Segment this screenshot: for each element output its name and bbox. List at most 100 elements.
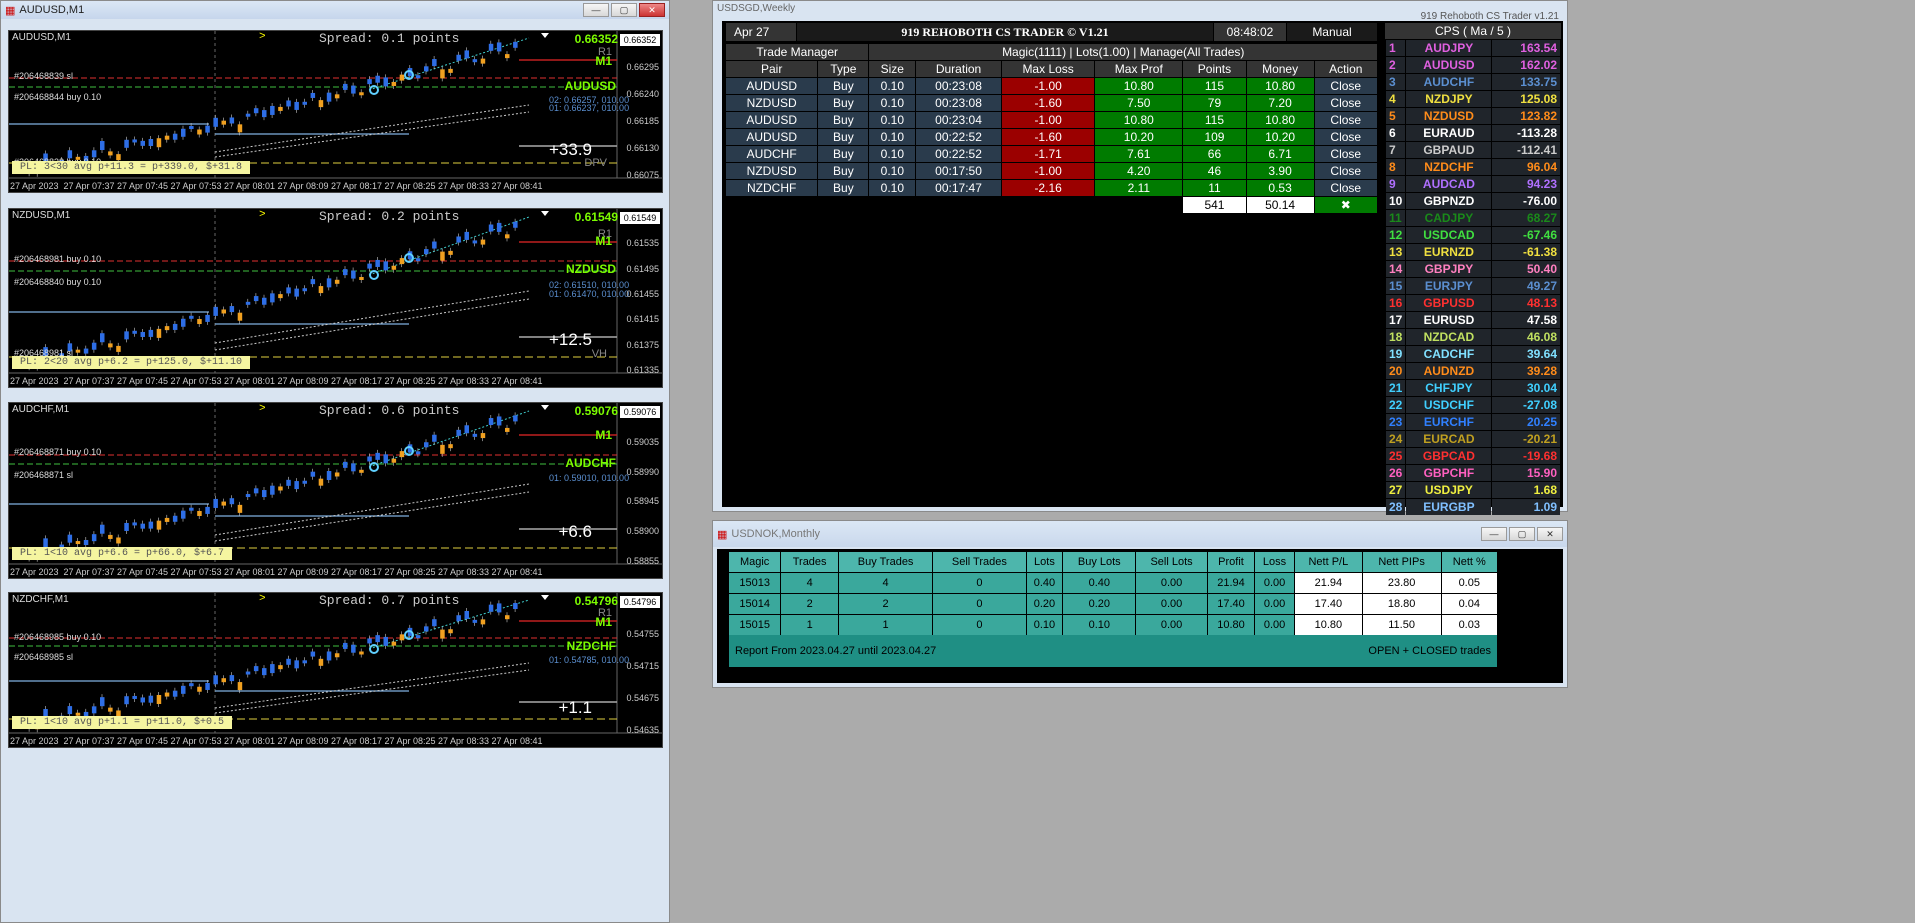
shift-marker[interactable] xyxy=(541,211,549,216)
chart-nzdusd[interactable]: NZDUSD,M1 > Spread: 0.2 points 0.61549 M1 R1 N… xyxy=(8,208,663,388)
cps-value: 162.02 xyxy=(1492,57,1560,73)
report-cell: 15015 xyxy=(729,615,781,635)
candle xyxy=(440,629,445,639)
candle xyxy=(221,120,226,125)
candle xyxy=(124,139,129,148)
report-cell: 15013 xyxy=(729,573,781,593)
trade-cell: 10.20 xyxy=(1246,129,1314,145)
time-tick: 27 Apr 2023 xyxy=(10,567,59,577)
cps-rank: 2 xyxy=(1386,57,1406,73)
candle xyxy=(67,706,73,715)
report-col-header: Loss xyxy=(1255,552,1295,572)
report-cell: 17.40 xyxy=(1295,594,1362,614)
trade-cell: 0.10 xyxy=(869,112,916,128)
current-price: 0.61549 xyxy=(574,210,618,224)
report-cell: 4 xyxy=(838,573,933,593)
cps-rank: 24 xyxy=(1386,431,1406,447)
close-all-button[interactable]: ✖ xyxy=(1314,197,1377,213)
shift-marker[interactable] xyxy=(541,595,549,600)
candle xyxy=(197,510,202,516)
price-tick: 0.61375 xyxy=(626,340,659,350)
cps-value: 47.58 xyxy=(1492,312,1560,328)
report-cell: 0.05 xyxy=(1441,573,1497,593)
candle xyxy=(43,538,48,548)
price-box: 0.61549 xyxy=(620,212,660,224)
maximize-button[interactable]: ▢ xyxy=(611,3,637,17)
close-trade-button[interactable]: Close xyxy=(1314,78,1377,94)
report-cell: 23.80 xyxy=(1362,573,1441,593)
trade-cell: 109 xyxy=(1183,129,1246,145)
candle xyxy=(75,349,81,353)
time-tick: 27 Apr 07:53 xyxy=(170,567,222,577)
report-cell: 17.40 xyxy=(1207,594,1255,614)
close-trade-button[interactable]: Close xyxy=(1314,163,1377,179)
report-col-header: Nett PIPs xyxy=(1362,552,1441,572)
candle xyxy=(124,696,129,705)
report-maximize-button[interactable]: ▢ xyxy=(1509,527,1535,541)
trader-date: Apr 27 xyxy=(726,23,796,41)
trade-cell: -1.00 xyxy=(1001,112,1095,128)
candle xyxy=(181,510,186,519)
report-close-button[interactable]: ✕ xyxy=(1537,527,1563,541)
report-minimize-button[interactable]: — xyxy=(1481,527,1507,541)
candle xyxy=(496,222,502,232)
time-tick: 27 Apr 08:41 xyxy=(491,567,543,577)
candle xyxy=(181,128,186,137)
trader-mode[interactable]: Manual xyxy=(1287,23,1377,41)
cps-value: -67.46 xyxy=(1492,227,1560,243)
candle xyxy=(221,309,226,314)
candle xyxy=(326,651,332,661)
candle xyxy=(505,234,510,239)
price-tick: 0.54755 xyxy=(626,629,659,639)
price-tick: 0.58855 xyxy=(626,556,659,566)
report-col-header: Nett % xyxy=(1441,552,1497,572)
report-cell: 10.80 xyxy=(1207,615,1255,635)
report-cell: 11.50 xyxy=(1362,615,1441,635)
candle xyxy=(464,425,469,434)
trade-cell: 115 xyxy=(1183,112,1246,128)
cps-value: 48.13 xyxy=(1492,295,1560,311)
close-trade-button[interactable]: Close xyxy=(1314,112,1377,128)
close-trade-button[interactable]: Close xyxy=(1314,146,1377,162)
chart-window-titlebar[interactable]: ▦ AUDUSD,M1 — ▢ ✕ xyxy=(1,1,669,19)
report-cell: 2 xyxy=(838,594,933,614)
shift-marker[interactable] xyxy=(541,33,549,38)
trade-cell: 0.10 xyxy=(869,129,916,145)
price-tick: 0.54715 xyxy=(626,661,659,671)
trade-cell: 0.10 xyxy=(869,163,916,179)
cps-row: 18 NZDCAD 46.08 xyxy=(1386,329,1560,345)
candle xyxy=(496,603,502,613)
close-button[interactable]: ✕ xyxy=(639,3,665,17)
time-tick: 27 Apr 07:37 xyxy=(63,181,115,191)
chart-nzdchf[interactable]: NZDCHF,M1 > Spread: 0.7 points 0.54796 M1 R1 N… xyxy=(8,592,663,748)
cps-pair: GBPCHF xyxy=(1406,465,1492,481)
shift-marker[interactable] xyxy=(541,405,549,410)
cps-value: 125.08 xyxy=(1492,91,1560,107)
trade-cell: AUDUSD xyxy=(726,78,818,94)
cps-pair: AUDNZD xyxy=(1406,363,1492,379)
empty-cell xyxy=(726,197,818,213)
minimize-button[interactable]: — xyxy=(583,3,609,17)
candle xyxy=(415,75,421,79)
close-trade-button[interactable]: Close xyxy=(1314,129,1377,145)
candle xyxy=(440,69,445,79)
chart-audusd[interactable]: AUDUSD,M1 > Spread: 0.1 points 0.66352 M1 R1 A… xyxy=(8,30,663,193)
candle xyxy=(326,471,332,481)
cps-title: CPS ( Ma / 5 ) xyxy=(1385,23,1561,39)
cps-rank: 21 xyxy=(1386,380,1406,396)
chart-audchf[interactable]: AUDCHF,M1 > Spread: 0.6 points 0.59076 M1 AUD… xyxy=(8,402,663,579)
trade-cell: 115 xyxy=(1183,78,1246,94)
candle xyxy=(286,479,291,486)
candle xyxy=(480,239,486,245)
candle xyxy=(237,682,243,691)
cps-row: 8 NZDCHF 96.04 xyxy=(1386,159,1560,175)
close-trade-button[interactable]: Close xyxy=(1314,180,1377,196)
candle xyxy=(132,695,137,699)
report-col-header: Nett P/L xyxy=(1295,552,1362,572)
report-window-titlebar[interactable]: ▦ USDNOK,Monthly — ▢ ✕ xyxy=(713,521,1567,547)
price-tick: 0.66075 xyxy=(626,170,659,180)
tm-col-header: Max Prof xyxy=(1095,61,1183,77)
candle xyxy=(488,418,494,426)
close-trade-button[interactable]: Close xyxy=(1314,95,1377,111)
candle xyxy=(318,100,324,108)
